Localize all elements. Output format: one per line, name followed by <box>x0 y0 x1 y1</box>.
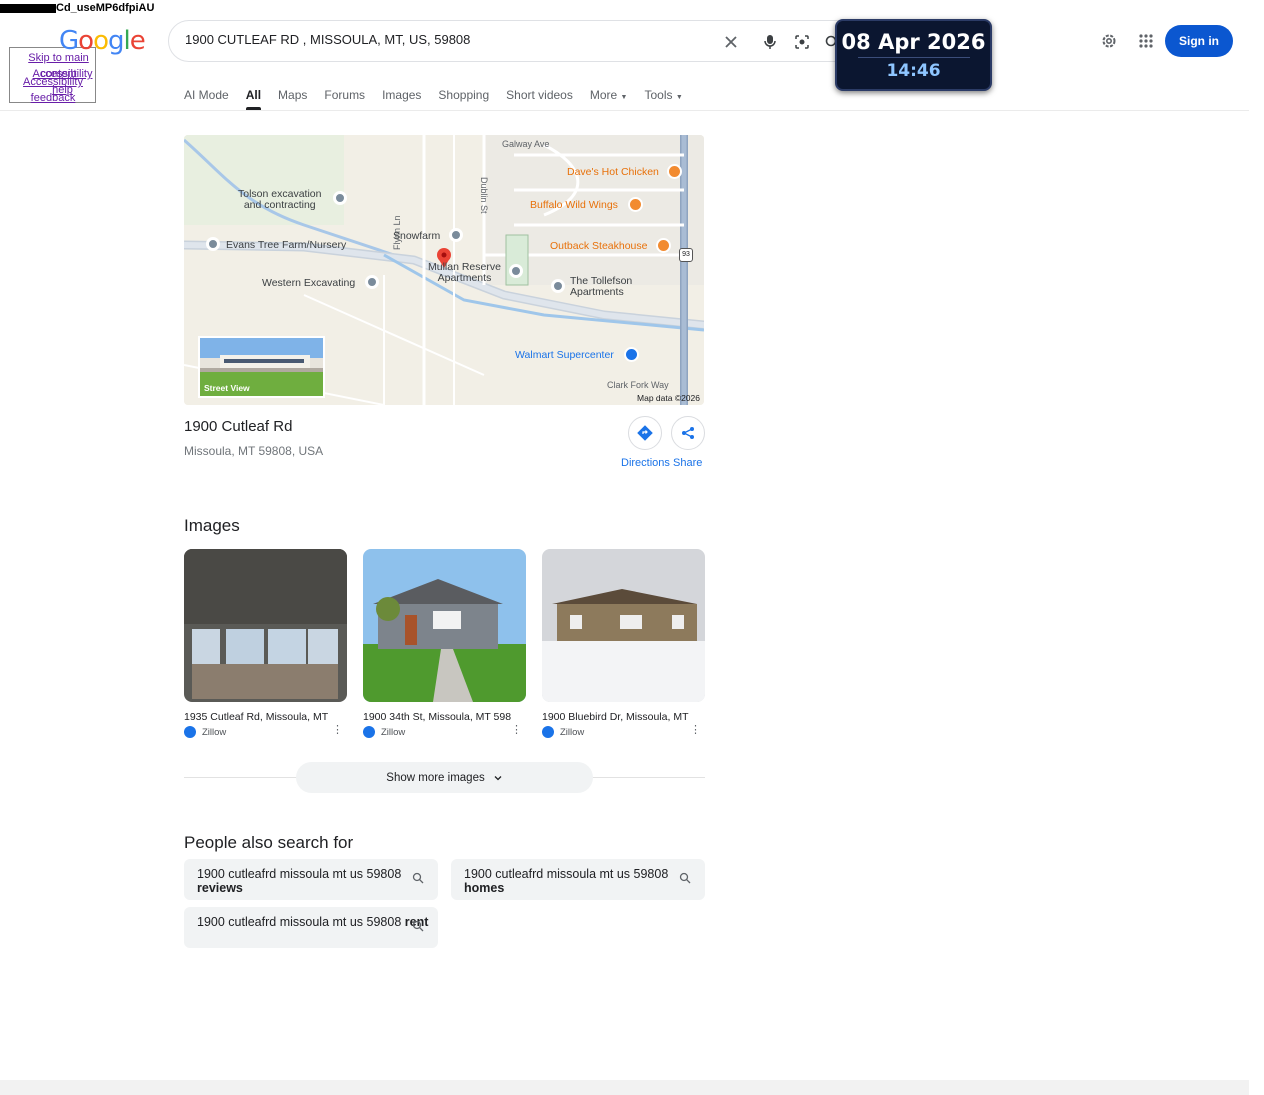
images-heading: Images <box>184 516 240 535</box>
shopping-pin-icon <box>624 347 639 362</box>
accessibility-feedback-link[interactable]: Accessibility feedback <box>18 74 88 106</box>
caret-down-icon: ▼ <box>675 94 683 101</box>
map-label-mullan: Mullan Reserve Apartments <box>428 261 501 284</box>
zillow-icon <box>542 726 554 738</box>
search-tabs: AI Mode All Maps Forums Images Shopping … <box>184 88 700 110</box>
map-label-walmart: Walmart Supercenter <box>515 349 614 361</box>
image-result-card[interactable]: 1900 34th St, Missoula, MT 598 Zillow ⋮ <box>363 549 526 738</box>
mic-icon[interactable] <box>759 31 781 53</box>
search-icon <box>679 872 691 884</box>
zillow-icon <box>363 726 375 738</box>
overlapping-header-text: Cd_useMP6dfpiAU <box>0 2 154 14</box>
google-logo[interactable]: Google <box>59 26 146 56</box>
map-attribution: Map data ©2026 <box>637 393 700 403</box>
image-result-photo[interactable] <box>542 549 705 702</box>
time-text: 14:46 <box>886 61 941 81</box>
image-result-photo[interactable] <box>363 549 526 702</box>
caret-down-icon: ▼ <box>620 94 628 101</box>
clear-icon[interactable] <box>720 31 742 53</box>
pin-icon <box>509 264 523 278</box>
place-address: Missoula, MT 59808, USA <box>184 444 324 458</box>
zillow-icon <box>184 726 196 738</box>
more-options-icon[interactable]: ⋮ <box>690 723 701 736</box>
search-box <box>168 20 868 62</box>
tab-more[interactable]: More ▼ <box>590 88 628 110</box>
related-search-item[interactable]: 1900 cutleafrd missoula mt us 59808 revi… <box>184 859 438 900</box>
lens-icon[interactable] <box>791 31 813 53</box>
place-title: 1900 Cutleaf Rd <box>184 418 293 435</box>
pin-icon <box>206 237 220 251</box>
image-result-caption[interactable]: 1900 34th St, Missoula, MT 598 <box>363 711 526 723</box>
map-label-buffalo: Buffalo Wild Wings <box>530 199 618 211</box>
tab-ai-mode[interactable]: AI Mode <box>184 88 229 110</box>
footer-bar <box>0 1080 1249 1095</box>
more-options-icon[interactable]: ⋮ <box>511 723 522 736</box>
map-label-snowfarm: Snowfarm <box>393 230 441 242</box>
map-label-tollefson: The Tollefson Apartments <box>570 275 633 298</box>
map-label-evans: Evans Tree Farm/Nursery <box>226 239 347 251</box>
search-icon <box>412 920 424 932</box>
related-search-item[interactable]: 1900 cutleafrd missoula mt us 59808 home… <box>451 859 705 900</box>
image-result-caption[interactable]: 1900 Bluebird Dr, Missoula, MT <box>542 711 705 723</box>
share-label[interactable]: Share <box>673 457 702 469</box>
directions-label[interactable]: Directions <box>621 457 670 469</box>
search-icon <box>412 872 424 884</box>
settings-gear-icon[interactable] <box>1098 30 1120 52</box>
date-text: 08 Apr 2026 <box>841 30 986 54</box>
people-also-search-heading: People also search for <box>184 833 354 852</box>
image-result-source: Zillow <box>542 726 705 738</box>
sign-in-button[interactable]: Sign in <box>1165 25 1233 57</box>
more-options-icon[interactable]: ⋮ <box>332 723 343 736</box>
pin-icon <box>449 228 463 242</box>
map-label-tolson: Tolson excavation and contracting <box>238 188 322 211</box>
pin-icon <box>551 279 565 293</box>
street-view-label: Street View <box>204 383 250 393</box>
image-result-caption[interactable]: 1935 Cutleaf Rd, Missoula, MT <box>184 711 347 723</box>
map-label-outback: Outback Steakhouse <box>550 240 648 252</box>
tab-maps[interactable]: Maps <box>278 88 307 110</box>
tab-images[interactable]: Images <box>382 88 421 110</box>
pin-icon <box>365 275 379 289</box>
restaurant-pin-icon <box>656 238 671 253</box>
tab-tools[interactable]: Tools ▼ <box>644 88 682 110</box>
image-result-source: Zillow <box>363 726 526 738</box>
tab-all[interactable]: All <box>245 88 262 110</box>
map-label-western: Western Excavating <box>262 277 356 289</box>
map-label-dublin: Dublin St <box>479 177 489 214</box>
map-label-clarkfork: Clark Fork Way <box>607 380 669 390</box>
image-result-source: Zillow <box>184 726 347 738</box>
apps-grid-icon[interactable] <box>1135 30 1157 52</box>
restaurant-pin-icon <box>667 164 682 179</box>
tab-forums[interactable]: Forums <box>324 88 365 110</box>
share-icon <box>682 427 694 439</box>
date-time-widget: 08 Apr 2026 14:46 <box>835 19 992 91</box>
image-result-card[interactable]: 1900 Bluebird Dr, Missoula, MT Zillow ⋮ <box>542 549 705 738</box>
restaurant-pin-icon <box>628 197 643 212</box>
map-label-galway: Galway Ave <box>502 139 550 149</box>
image-result-photo[interactable] <box>184 549 347 702</box>
route-shield-icon: 93 <box>679 248 693 262</box>
directions-button[interactable] <box>628 416 662 450</box>
chevron-down-icon <box>494 775 502 780</box>
location-map[interactable]: Galway Ave Dublin St Flynn Ln Tolson exc… <box>184 135 704 405</box>
show-more-images-button[interactable]: Show more images <box>296 762 593 793</box>
image-result-card[interactable]: 1935 Cutleaf Rd, Missoula, MT Zillow ⋮ <box>184 549 347 738</box>
map-label-daves: Dave's Hot Chicken <box>567 166 659 178</box>
share-button[interactable] <box>671 416 705 450</box>
street-view-thumbnail[interactable]: Street View <box>198 336 325 398</box>
search-input[interactable] <box>185 32 705 47</box>
related-search-item[interactable]: 1900 cutleafrd missoula mt us 59808 rent <box>184 907 438 948</box>
tab-short-videos[interactable]: Short videos <box>506 88 573 110</box>
tab-shopping[interactable]: Shopping <box>438 88 489 110</box>
pin-icon <box>333 191 347 205</box>
directions-icon <box>637 425 653 441</box>
